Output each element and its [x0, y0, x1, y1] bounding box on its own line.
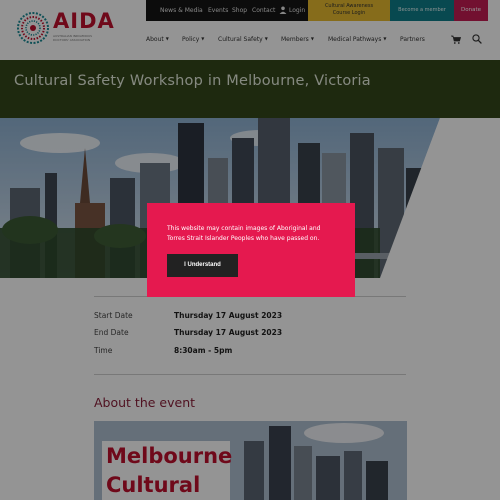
cultural-warning-modal [147, 203, 355, 297]
i-understand-label: I Understand [184, 262, 221, 268]
i-understand-button[interactable]: I Understand [167, 254, 238, 277]
modal-message: This website may contain images of Abori… [167, 225, 321, 242]
